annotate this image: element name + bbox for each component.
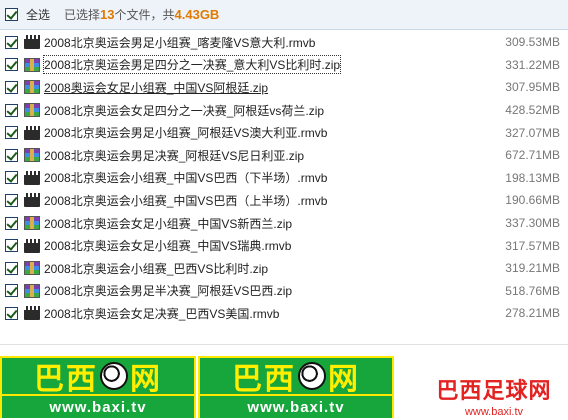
banner-url: www.baxi.tv [200, 396, 392, 418]
zip-file-icon [24, 80, 40, 95]
file-row[interactable]: 2008北京奥运会男足半决赛_阿根廷VS巴西.zip 518.76MB [0, 280, 568, 303]
video-file-icon [24, 125, 40, 140]
file-row[interactable]: 2008北京奥运会小组赛_中国VS巴西（下半场）.rmvb 198.13MB [0, 167, 568, 190]
selection-toolbar: 全选 已选择 13 个文件，共 4.43GB [0, 0, 568, 30]
file-checkbox[interactable] [5, 171, 18, 185]
banner-title-left: 巴西 [34, 363, 98, 396]
file-name[interactable]: 2008北京奥运会男足小组赛_阿根廷VS澳大利亚.rmvb [44, 124, 327, 141]
total-size: 4.43GB [174, 7, 220, 22]
video-file-icon [24, 170, 40, 185]
file-checkbox[interactable] [5, 103, 18, 117]
file-size: 190.66MB [505, 193, 560, 208]
file-checkbox[interactable] [5, 35, 18, 49]
file-size: 337.30MB [505, 216, 560, 231]
file-row[interactable]: 2008北京奥运会女足小组赛_中国VS瑞典.rmvb 317.57MB [0, 234, 568, 257]
summary-prefix: 已选择 [64, 8, 101, 22]
zip-file-icon [24, 283, 40, 298]
file-row[interactable]: 2008北京奥运会男足四分之一决赛_意大利VS比利时.zip 331.22MB [0, 54, 568, 77]
banner-title-left: 巴西 [232, 363, 296, 396]
file-size: 331.22MB [505, 57, 560, 72]
watermark-banner: 巴西 网 www.baxi.tv [0, 356, 196, 418]
file-checkbox[interactable] [5, 261, 18, 275]
file-size: 309.53MB [505, 35, 560, 50]
file-checkbox[interactable] [5, 58, 18, 72]
selection-summary: 已选择 13 个文件，共 4.43GB [64, 6, 219, 23]
file-row[interactable]: 2008北京奥运会男足小组赛_喀麦隆VS意大利.rmvb 309.53MB [0, 31, 568, 54]
zip-file-icon [24, 103, 40, 118]
file-size: 672.71MB [505, 148, 560, 163]
banner-title-right: 网 [130, 363, 162, 396]
file-size: 278.21MB [505, 306, 560, 321]
horizontal-scrollbar[interactable] [0, 344, 568, 354]
file-list: 2008北京奥运会男足小组赛_喀麦隆VS意大利.rmvb 309.53MB 20… [0, 31, 568, 325]
file-row[interactable]: 2008奥运会女足小组赛_中国VS阿根廷.zip 307.95MB [0, 76, 568, 99]
file-size: 319.21MB [505, 261, 560, 276]
brand-watermark: 巴西足球网 www.baxi.tv [420, 372, 568, 418]
file-checkbox[interactable] [5, 239, 18, 253]
file-checkbox[interactable] [5, 80, 18, 94]
file-checkbox[interactable] [5, 193, 18, 207]
file-name[interactable]: 2008北京奥运会男足半决赛_阿根廷VS巴西.zip [44, 282, 292, 299]
file-row[interactable]: 2008北京奥运会女足决赛_巴西VS美国.rmvb 278.21MB [0, 302, 568, 325]
file-name[interactable]: 2008北京奥运会小组赛_中国VS巴西（下半场）.rmvb [44, 169, 327, 186]
file-name[interactable]: 2008北京奥运会小组赛_巴西VS比利时.zip [44, 260, 268, 277]
file-row[interactable]: 2008北京奥运会男足小组赛_阿根廷VS澳大利亚.rmvb 327.07MB [0, 121, 568, 144]
select-all-label[interactable]: 全选 [26, 6, 50, 23]
banner-title-right: 网 [328, 363, 360, 396]
file-size: 518.76MB [505, 283, 560, 298]
file-name[interactable]: 2008北京奥运会男足决赛_阿根廷VS尼日利亚.zip [44, 147, 304, 164]
file-name[interactable]: 2008北京奥运会女足小组赛_中国VS新西兰.zip [44, 215, 292, 232]
file-name[interactable]: 2008奥运会女足小组赛_中国VS阿根廷.zip [44, 79, 268, 96]
file-size: 327.07MB [505, 125, 560, 140]
soccer-ball-icon [298, 362, 326, 390]
file-checkbox[interactable] [5, 284, 18, 298]
file-name[interactable]: 2008北京奥运会小组赛_中国VS巴西（上半场）.rmvb [44, 192, 327, 209]
summary-mid: 个文件，共 [114, 8, 175, 22]
watermark-banner: 巴西 网 www.baxi.tv [198, 356, 394, 418]
file-size: 317.57MB [505, 238, 560, 253]
file-name[interactable]: 2008北京奥运会男足小组赛_喀麦隆VS意大利.rmvb [44, 34, 315, 51]
zip-file-icon [24, 57, 40, 72]
selected-count: 13 [100, 7, 115, 22]
file-name[interactable]: 2008北京奥运会男足四分之一决赛_意大利VS比利时.zip [42, 55, 342, 75]
zip-file-icon [24, 216, 40, 231]
file-name[interactable]: 2008北京奥运会女足决赛_巴西VS美国.rmvb [44, 305, 279, 322]
banner-logo: 巴西 网 [2, 358, 194, 396]
file-checkbox[interactable] [5, 148, 18, 162]
file-row[interactable]: 2008北京奥运会小组赛_中国VS巴西（上半场）.rmvb 190.66MB [0, 189, 568, 212]
video-file-icon [24, 35, 40, 50]
file-checkbox[interactable] [5, 306, 18, 320]
file-size: 428.52MB [505, 103, 560, 118]
file-row[interactable]: 2008北京奥运会女足四分之一决赛_阿根廷vs荷兰.zip 428.52MB [0, 99, 568, 122]
video-file-icon [24, 238, 40, 253]
file-checkbox[interactable] [5, 126, 18, 140]
file-name[interactable]: 2008北京奥运会女足四分之一决赛_阿根廷vs荷兰.zip [44, 102, 324, 119]
file-size: 307.95MB [505, 80, 560, 95]
file-row[interactable]: 2008北京奥运会小组赛_巴西VS比利时.zip 319.21MB [0, 257, 568, 280]
banner-logo: 巴西 网 [200, 358, 392, 396]
banner-url: www.baxi.tv [2, 396, 194, 418]
zip-file-icon [24, 148, 40, 163]
video-file-icon [24, 193, 40, 208]
file-size: 198.13MB [505, 170, 560, 185]
brand-title: 巴西足球网 [436, 378, 552, 404]
brand-url: www.baxi.tv [464, 405, 524, 418]
file-row[interactable]: 2008北京奥运会女足小组赛_中国VS新西兰.zip 337.30MB [0, 212, 568, 235]
soccer-ball-icon [100, 362, 128, 390]
file-name[interactable]: 2008北京奥运会女足小组赛_中国VS瑞典.rmvb [44, 237, 291, 254]
select-all-checkbox[interactable] [5, 8, 18, 21]
file-row[interactable]: 2008北京奥运会男足决赛_阿根廷VS尼日利亚.zip 672.71MB [0, 144, 568, 167]
video-file-icon [24, 306, 40, 321]
file-checkbox[interactable] [5, 216, 18, 230]
zip-file-icon [24, 261, 40, 276]
